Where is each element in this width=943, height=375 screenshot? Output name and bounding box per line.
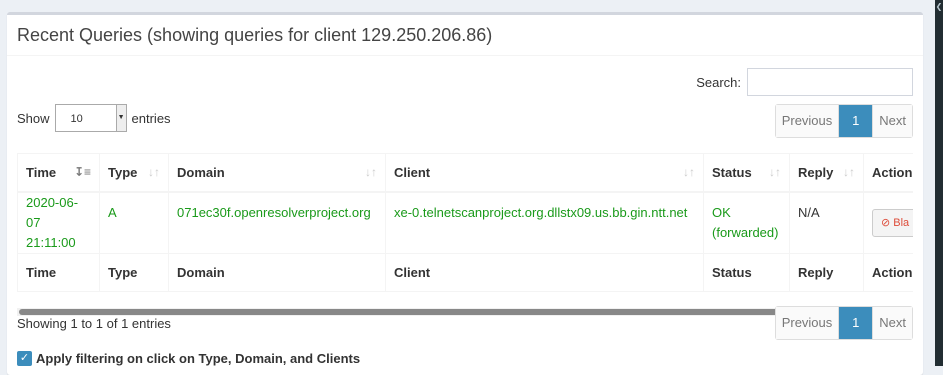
search-label: Search: xyxy=(696,74,741,90)
queries-table-wrapper: Time ↧≡ Type ↓↑ Domain ↓↑ Client ↓↑ Status ↓↑… xyxy=(17,153,913,298)
table-footer-row: Time Type Domain Client Status Reply Act… xyxy=(17,252,913,292)
page-1-button[interactable]: 1 xyxy=(839,105,873,137)
box-title: Recent Queries (showing queries for clie… xyxy=(7,15,923,56)
page-1-button[interactable]: 1 xyxy=(839,307,873,339)
sort-icon: ↓↑ xyxy=(769,165,781,179)
table-row: 2020-06-07 21:11:00 A 071ec30f.openresol… xyxy=(17,191,913,254)
footer-time: Time xyxy=(17,252,100,292)
blacklist-button[interactable]: ⊘ Bla xyxy=(872,208,913,237)
sort-icon: ↓↑ xyxy=(843,165,855,179)
footer-domain: Domain xyxy=(168,252,386,292)
status-sub: (forwarded) xyxy=(712,224,779,240)
next-button[interactable]: Next xyxy=(872,105,912,137)
time-date: 2020-06-07 xyxy=(26,194,79,230)
previous-button[interactable]: Previous xyxy=(775,105,840,137)
col-header-status[interactable]: Status ↓↑ xyxy=(703,153,790,193)
length-selector: Show 10 ▼ entries xyxy=(17,104,171,132)
blacklist-button-label: Bla xyxy=(893,216,910,229)
table-info: Showing 1 to 1 of 1 entries xyxy=(17,316,171,331)
status-main: OK xyxy=(712,204,731,220)
caret-down-icon: ▼ xyxy=(115,105,126,131)
filter-checkbox-label: Apply filtering on click on Type, Domain… xyxy=(36,351,361,366)
col-header-action: Action xyxy=(863,153,913,193)
sidebar-dark-strip xyxy=(935,0,943,366)
ban-icon: ⊘ xyxy=(881,216,891,229)
time-clock: 21:11:00 xyxy=(26,234,76,250)
footer-status: Status xyxy=(703,252,790,292)
search-input[interactable] xyxy=(747,68,913,96)
col-header-label: Domain xyxy=(177,164,225,180)
sort-icon: ↓↑ xyxy=(365,165,377,179)
previous-button[interactable]: Previous xyxy=(775,307,840,339)
filter-checkbox-row[interactable]: ✓ Apply filtering on click on Type, Doma… xyxy=(17,351,360,366)
table-header-row: Time ↧≡ Type ↓↑ Domain ↓↑ Client ↓↑ Status ↓↑… xyxy=(17,153,913,193)
search-row: Search: xyxy=(696,68,913,96)
sidebar-edge: ❮ xyxy=(923,0,943,366)
entries-select-value: 10 xyxy=(70,113,83,125)
queries-table: Time ↧≡ Type ↓↑ Domain ↓↑ Client ↓↑ Status ↓↑… xyxy=(17,153,913,292)
footer-client: Client xyxy=(385,252,704,292)
reply-cell: N/A xyxy=(789,191,864,254)
action-cell: ⊘ Bla xyxy=(863,191,913,254)
col-header-type[interactable]: Type ↓↑ xyxy=(99,153,169,193)
entries-label: entries xyxy=(131,110,171,126)
footer-reply: Reply xyxy=(789,252,864,292)
col-header-reply[interactable]: Reply ↓↑ xyxy=(789,153,864,193)
col-header-domain[interactable]: Domain ↓↑ xyxy=(168,153,386,193)
type-cell[interactable]: A xyxy=(99,191,169,254)
col-header-time[interactable]: Time ↧≡ xyxy=(17,153,100,193)
col-header-label: Reply xyxy=(798,164,834,180)
footer-type: Type xyxy=(99,252,169,292)
col-header-label: Action xyxy=(872,164,913,180)
time-cell: 2020-06-07 21:11:00 xyxy=(17,191,100,254)
show-label: Show xyxy=(17,110,50,126)
check-icon[interactable]: ✓ xyxy=(17,351,32,366)
col-header-label: Status xyxy=(712,164,752,180)
entries-select[interactable]: 10 ▼ xyxy=(54,104,127,132)
pagination-bottom: Previous 1 Next xyxy=(774,306,913,340)
col-header-label: Time xyxy=(26,164,57,180)
next-button[interactable]: Next xyxy=(872,307,912,339)
chevron-left-icon[interactable]: ❮ xyxy=(935,0,943,14)
col-header-label: Client xyxy=(394,164,431,180)
footer-action: Action xyxy=(863,252,913,292)
domain-cell[interactable]: 071ec30f.openresolverproject.org xyxy=(168,191,386,254)
client-cell[interactable]: xe-0.telnetscanproject.org.dllstx09.us.b… xyxy=(385,191,704,254)
pagination-top: Previous 1 Next xyxy=(774,104,913,138)
recent-queries-box: Recent Queries (showing queries for clie… xyxy=(7,12,923,375)
sort-icon: ↓↑ xyxy=(148,165,160,179)
col-header-label: Type xyxy=(108,164,138,180)
status-cell: OK (forwarded) xyxy=(703,191,790,254)
col-header-client[interactable]: Client ↓↑ xyxy=(385,153,704,193)
sort-amount-desc-icon: ↧≡ xyxy=(73,165,91,179)
sort-icon: ↓↑ xyxy=(683,165,695,179)
